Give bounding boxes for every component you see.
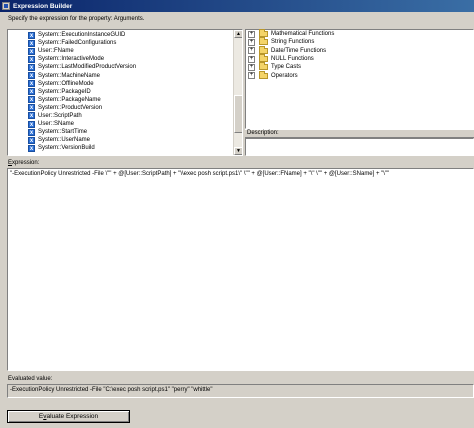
variable-label: System::VersionBuild	[38, 145, 95, 152]
variable-label: System::InteractiveMode	[38, 56, 105, 63]
variable-item[interactable]: x System::OfflineMode	[28, 80, 136, 88]
function-category[interactable]: + Date/Time Functions	[246, 45, 473, 55]
expression-input[interactable]: "-ExecutionPolicy Unrestricted -File \""…	[7, 168, 474, 371]
variable-label: System::OfflineMode	[38, 80, 94, 87]
function-category-label: String Functions	[271, 39, 315, 46]
evaluated-value-field: -ExecutionPolicy Unrestricted -File "C:\…	[7, 384, 474, 398]
variable-icon: x	[28, 31, 35, 39]
evaluated-value-label: Evaluated value:	[8, 376, 53, 382]
functions-tree[interactable]: + Mathematical Functions + String Functions…	[245, 29, 474, 129]
variable-icon: x	[28, 55, 35, 63]
variable-icon: x	[28, 120, 35, 128]
variable-icon: x	[28, 144, 35, 152]
variable-icon: x	[28, 136, 35, 144]
variable-label: User::SName	[38, 121, 75, 128]
expand-icon[interactable]: +	[248, 30, 255, 38]
variable-item[interactable]: x System::PackageID	[28, 88, 136, 96]
function-category[interactable]: + Type Casts	[246, 62, 473, 71]
variable-label: System::ProductVersion	[38, 104, 103, 111]
scroll-down-button[interactable]: ▼	[234, 147, 242, 155]
variable-label: System::StartTime	[38, 129, 88, 136]
folder-icon	[259, 70, 268, 79]
scroll-thumb[interactable]	[234, 95, 242, 133]
variable-label: System::LastModifiedProductVersion	[38, 64, 137, 71]
description-box	[245, 138, 474, 156]
scroll-up-button[interactable]: ▲	[234, 30, 242, 38]
variable-item[interactable]: x System::UserName	[28, 136, 136, 144]
variable-item[interactable]: x System::ProductVersion	[28, 104, 136, 112]
variable-label: System::MachineName	[38, 72, 101, 79]
expand-icon[interactable]: +	[248, 47, 255, 55]
variable-label: User::ScriptPath	[38, 112, 82, 119]
variable-item[interactable]: x User::ScriptPath	[28, 112, 136, 120]
function-category-label: NULL Functions	[271, 56, 314, 63]
variable-label: System::UserName	[38, 137, 91, 144]
variables-list: x System::ExecutionInstanceGUID x System::F…	[28, 31, 136, 152]
expand-icon[interactable]: +	[248, 55, 255, 63]
expression-label: Expression:	[8, 160, 40, 166]
function-category-label: Date/Time Functions	[271, 47, 327, 54]
folder-icon	[259, 45, 268, 54]
variable-item[interactable]: x System::LastModifiedProductVersion	[28, 63, 136, 71]
variable-label: System::ExecutionInstanceGUID	[38, 32, 126, 39]
expand-icon[interactable]: +	[248, 38, 255, 46]
property-prompt: Specify the expression for the property:…	[8, 16, 145, 22]
variable-item[interactable]: x System::PackageName	[28, 96, 136, 104]
function-category[interactable]: + NULL Functions	[246, 54, 473, 63]
variable-item[interactable]: x User::FName	[28, 47, 136, 55]
variable-item[interactable]: x System::StartTime	[28, 128, 136, 136]
function-category-label: Type Casts	[271, 64, 302, 71]
variable-icon: x	[28, 88, 35, 96]
variable-item[interactable]: x User::SName	[28, 120, 136, 128]
variable-label: User::FName	[38, 48, 74, 55]
variables-tree[interactable]: x System::ExecutionInstanceGUID x System::F…	[7, 29, 243, 156]
variable-label: System::PackageName	[38, 96, 101, 103]
function-category-label: Mathematical Functions	[271, 31, 335, 38]
variable-icon: x	[28, 112, 35, 120]
folder-icon	[259, 62, 268, 71]
expand-icon[interactable]: +	[248, 72, 255, 80]
evaluate-expression-button[interactable]: Evaluate Expression	[7, 410, 130, 423]
variable-icon: x	[28, 39, 35, 47]
function-category[interactable]: + Mathematical Functions	[246, 29, 473, 38]
variable-icon: x	[28, 80, 35, 88]
title-bar: Expression Builder	[0, 0, 474, 12]
function-category-label: Operators	[271, 72, 298, 79]
variable-icon: x	[28, 104, 35, 112]
variable-label: System::FailedConfigurations	[38, 40, 117, 47]
app-icon	[2, 2, 10, 10]
window-title: Expression Builder	[13, 2, 73, 10]
variable-item[interactable]: x System::VersionBuild	[28, 144, 136, 152]
folder-icon	[259, 54, 268, 63]
variable-label: System::PackageID	[38, 88, 91, 95]
variable-icon: x	[28, 128, 35, 136]
folder-icon	[259, 29, 268, 38]
evaluate-button-label: Evaluate Expression	[38, 413, 99, 420]
expand-icon[interactable]: +	[248, 63, 255, 71]
variable-item[interactable]: x System::MachineName	[28, 71, 136, 80]
variable-icon: x	[28, 63, 35, 71]
description-header: Description:	[245, 129, 474, 138]
variable-item[interactable]: x System::ExecutionInstanceGUID	[28, 31, 136, 39]
folder-icon	[259, 37, 268, 46]
variable-icon: x	[28, 72, 35, 80]
variable-item[interactable]: x System::InteractiveMode	[28, 55, 136, 63]
variable-icon: x	[28, 96, 35, 104]
function-category[interactable]: + Operators	[246, 70, 473, 80]
variable-icon: x	[28, 47, 35, 55]
function-category[interactable]: + String Functions	[246, 37, 473, 46]
variable-item[interactable]: x System::FailedConfigurations	[28, 39, 136, 47]
variables-scrollbar[interactable]: ▲ ▼	[233, 30, 242, 155]
